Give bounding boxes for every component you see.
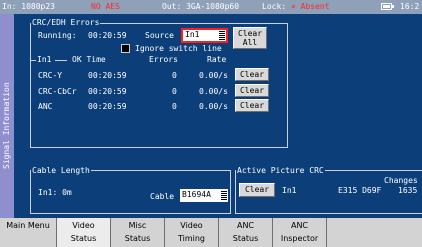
tab-label: Status bbox=[232, 234, 259, 243]
crc-value: E315 D69F bbox=[338, 186, 382, 195]
in1-rule-left bbox=[30, 60, 36, 61]
in1-rule-right bbox=[55, 60, 67, 61]
running-time: 00:20:59 bbox=[88, 31, 127, 40]
dropdown-arrow-icon bbox=[219, 31, 225, 40]
cable-label: Cable bbox=[150, 192, 175, 201]
tab-label: ANC bbox=[290, 221, 309, 230]
device-screen: In: 1080p23 NO AES Out: 3GA-1080p60 Lock… bbox=[0, 0, 422, 247]
row-ok-time: 00:20:59 bbox=[88, 102, 127, 111]
cable-length-title: Cable Length bbox=[31, 166, 91, 175]
header-rate: Rate bbox=[207, 55, 227, 64]
running-label: Running: bbox=[38, 31, 77, 40]
tab-video-timing[interactable]: Video Timing bbox=[165, 218, 219, 247]
source-label: Source bbox=[145, 31, 174, 40]
tab-misc-status[interactable]: Misc Status bbox=[111, 218, 165, 247]
dropdown-arrow-icon bbox=[221, 191, 227, 200]
cable-in1-length: In1: 0m bbox=[38, 188, 72, 197]
output-format: Out: 3GA-1080p60 bbox=[162, 2, 240, 11]
battery-icon bbox=[381, 3, 394, 10]
tab-label: Status bbox=[124, 234, 151, 243]
row-rate: 0.00/s bbox=[199, 102, 228, 111]
row-rate: 0.00/s bbox=[199, 71, 228, 80]
clear-crc-y-button[interactable]: Clear bbox=[235, 68, 269, 81]
sidebar-signal-information[interactable]: Signal Information bbox=[0, 14, 14, 231]
row-ok-time: 00:20:59 bbox=[88, 71, 127, 80]
lock-status: × Absent bbox=[291, 2, 330, 11]
crc-edh-title: CRC/EDH Errors bbox=[31, 18, 101, 27]
tab-label: ANC bbox=[236, 221, 255, 230]
row-rate: 0.00/s bbox=[199, 87, 228, 96]
tab-video-status[interactable]: Video Status bbox=[57, 218, 111, 247]
tab-label: Status bbox=[70, 234, 97, 243]
bottom-tab-bar: Main Menu Video Status Misc Status Video… bbox=[0, 218, 422, 247]
clear-all-label-1: Clear bbox=[237, 29, 263, 38]
crc-input-label: In1 bbox=[282, 186, 297, 195]
input-format: In: 1080p23 bbox=[2, 2, 55, 11]
ignore-switch-checkbox[interactable] bbox=[121, 44, 130, 53]
changes-label: Changes bbox=[384, 176, 418, 185]
clear-all-button[interactable]: Clear All bbox=[233, 27, 267, 49]
row-name: CRC-CbCr bbox=[38, 87, 77, 96]
tab-label: Timing bbox=[177, 234, 206, 243]
header-ok-time: OK Time bbox=[72, 55, 106, 64]
status-bar: In: 1080p23 NO AES Out: 3GA-1080p60 Lock… bbox=[0, 0, 422, 14]
tab-anc-status[interactable]: ANC Status bbox=[219, 218, 273, 247]
source-select[interactable]: In1 bbox=[181, 28, 228, 43]
active-picture-crc-title: Active Picture CRC bbox=[236, 166, 325, 175]
clear-crc-button[interactable]: Clear bbox=[239, 183, 275, 197]
clear-crc-cbcr-button[interactable]: Clear bbox=[235, 84, 269, 97]
tab-label: Inspector bbox=[280, 234, 319, 243]
row-name: CRC-Y bbox=[38, 71, 63, 80]
clear-anc-button[interactable]: Clear bbox=[235, 99, 269, 112]
tab-anc-inspector[interactable]: ANC Inspector bbox=[273, 218, 327, 247]
tab-label: Video bbox=[180, 221, 203, 230]
in1-label: In1 bbox=[37, 55, 52, 64]
clock-time: 16:2 bbox=[400, 2, 420, 11]
row-errors: 0 bbox=[172, 71, 177, 80]
aes-status: NO AES bbox=[91, 2, 120, 11]
tab-label: Main Menu bbox=[6, 221, 50, 230]
source-value: In1 bbox=[185, 30, 200, 39]
row-ok-time: 00:20:59 bbox=[88, 87, 127, 96]
tab-label: Misc bbox=[128, 221, 147, 230]
lock-label: Lock: bbox=[262, 2, 287, 11]
cable-type-select[interactable]: B1694A bbox=[180, 189, 228, 202]
row-errors: 0 bbox=[172, 87, 177, 96]
tab-main-menu[interactable]: Main Menu bbox=[0, 218, 57, 247]
sidebar-label: Signal Information bbox=[2, 82, 11, 169]
row-name: ANC bbox=[38, 102, 53, 111]
cable-type-value: B1694A bbox=[182, 190, 211, 199]
clear-all-label-2: All bbox=[242, 38, 258, 47]
ignore-switch-label: Ignore switch line bbox=[135, 44, 222, 53]
row-errors: 0 bbox=[172, 102, 177, 111]
changes-count: 1635 bbox=[398, 186, 418, 195]
tab-label: Video bbox=[72, 221, 95, 230]
header-errors: Errors bbox=[149, 55, 178, 64]
